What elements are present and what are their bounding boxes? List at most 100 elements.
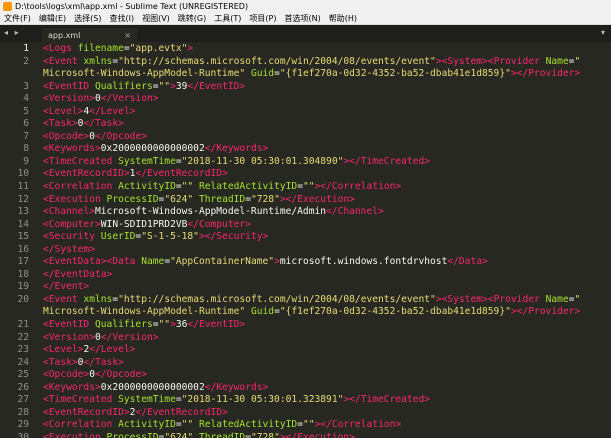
code-line[interactable]: 15 <Security UserID="S-1-5-18"></Security… [0, 231, 611, 244]
code-editor[interactable]: 1 <Logs filename="app.evtx"> 2 <Event xmlns… [0, 43, 611, 438]
code-token: xmlns [83, 293, 113, 305]
code-token: <Data [106, 256, 142, 268]
code-line[interactable]: 12 <Execution ProcessID="624" ThreadID="7… [0, 194, 611, 207]
code-text: <Level>2</Level> [40, 344, 135, 357]
code-token: </Channel> [326, 206, 384, 218]
line-number: 11 [17, 181, 29, 193]
code-token: <TimeCreated [43, 155, 119, 167]
line-number: 20 [17, 293, 29, 305]
code-line[interactable]: 1 <Logs filename="app.evtx"> [0, 43, 611, 56]
code-token: </System> [43, 243, 95, 255]
code-line[interactable]: 13 <Channel>Microsoft-Windows-AppModel-Ru… [0, 206, 611, 219]
code-token: <EventID [43, 80, 95, 92]
code-token: <Version> [43, 331, 95, 343]
code-line[interactable]: Microsoft-Windows-AppModel-Runtime" Guid… [0, 306, 611, 319]
code-token: <Task> [43, 118, 78, 130]
code-token: ActivityID [118, 181, 176, 193]
code-token: </EventRecordID> [135, 406, 228, 418]
code-token: microsoft.windows.fontdrvhost [279, 256, 448, 268]
code-line[interactable]: 9 <TimeCreated SystemTime="2018-11-30 05:… [0, 156, 611, 169]
code-text: <Logs filename="app.evtx"> [40, 43, 193, 56]
code-text: <Keywords>0x2000000000000002</Keywords> [40, 382, 268, 395]
code-line[interactable]: 28 <EventRecordID>2</EventRecordID> [0, 407, 611, 420]
menu-find[interactable]: 查找(I) [105, 13, 138, 24]
menu-goto[interactable]: 跳转(G) [174, 13, 210, 24]
code-token: xmlns [83, 55, 113, 67]
code-line[interactable]: 24 <Task>0</Task> [0, 357, 611, 370]
menu-tools[interactable]: 工具(T) [210, 13, 245, 24]
code-token: filename [77, 43, 124, 54]
close-icon[interactable]: × [124, 31, 131, 40]
code-token: </Event> [43, 281, 90, 293]
tab-menu-icon[interactable]: ▾ [601, 28, 605, 37]
code-line[interactable]: 2 <Event xmlns="http://schemas.microsoft.… [0, 56, 611, 69]
code-line[interactable]: 16 </System> [0, 244, 611, 257]
line-number: 10 [17, 168, 29, 180]
code-line[interactable]: 7 <Opcode>0</Opcode> [0, 131, 611, 144]
code-token: <Logs [43, 43, 78, 54]
code-token: WIN-SDID1PRD2VB [100, 218, 188, 230]
code-line[interactable]: 25 <Opcode>0</Opcode> [0, 369, 611, 382]
code-text: <TimeCreated SystemTime="2018-11-30 05:3… [40, 394, 430, 407]
line-number: 27 [17, 394, 29, 406]
menu-selection[interactable]: 选择(S) [70, 13, 105, 24]
code-token: "http://schemas.microsoft.com/win/2004/0… [118, 293, 436, 305]
tab-next-icon[interactable]: ▸ [15, 28, 21, 37]
menu-project[interactable]: 项目(P) [245, 13, 280, 24]
menu-edit[interactable]: 编辑(E) [35, 13, 70, 24]
code-token: </Data> [447, 256, 488, 268]
code-token: </Level> [89, 344, 136, 356]
code-line[interactable]: 17 <EventData><Data Name="AppContainerNam… [0, 256, 611, 269]
line-number: 9 [23, 155, 29, 167]
code-line[interactable]: 8 <Keywords>0x2000000000000002</Keywords> [0, 143, 611, 156]
code-line[interactable]: 19 </Event> [0, 281, 611, 294]
code-text: <Version>0</Version> [40, 332, 159, 345]
code-token: ></Correlation> [314, 419, 402, 431]
code-token: </EventID> [187, 319, 246, 331]
code-token: <EventData> [43, 256, 107, 268]
code-line[interactable]: 30 <Execution ProcessID="624" ThreadID="7… [0, 432, 611, 438]
code-token: Qualifiers [94, 319, 153, 331]
menu-file[interactable]: 文件(F) [0, 13, 35, 24]
line-number: 16 [17, 243, 29, 255]
line-number: 3 [23, 80, 29, 92]
code-line[interactable]: 18 </EventData> [0, 269, 611, 282]
code-line[interactable]: 14 <Computer>WIN-SDID1PRD2VB</Computer> [0, 219, 611, 232]
code-token: <Correlation [43, 419, 119, 431]
tab-label: app.xml [48, 30, 81, 40]
menu-preferences[interactable]: 首选项(N) [280, 13, 324, 24]
menu-help[interactable]: 帮助(H) [325, 13, 361, 24]
line-number: 30 [17, 431, 29, 438]
code-line[interactable]: 29 <Correlation ActivityID="" RelatedActi… [0, 419, 611, 432]
code-line[interactable]: 10 <EventRecordID>1</EventRecordID> [0, 168, 611, 181]
code-line[interactable]: 21 <EventID Qualifiers="">36</EventID> [0, 319, 611, 332]
code-token: Name [141, 256, 165, 268]
code-line[interactable]: 3 <EventID Qualifiers="">39</EventID> [0, 81, 611, 94]
tab-navigation: ◂ ▸ [4, 28, 21, 37]
tab-prev-icon[interactable]: ◂ [4, 28, 10, 37]
code-text: Microsoft-Windows-AppModel-Runtime" Guid… [40, 306, 580, 319]
code-token: </Computer> [187, 218, 251, 230]
tab-app-xml[interactable]: app.xml × [42, 28, 137, 42]
code-line[interactable]: 27 <TimeCreated SystemTime="2018-11-30 05… [0, 394, 611, 407]
code-line[interactable]: 23 <Level>2</Level> [0, 344, 611, 357]
code-token: "" [302, 181, 315, 193]
line-number: 5 [23, 105, 29, 117]
code-line[interactable]: 22 <Version>0</Version> [0, 332, 611, 345]
menu-view[interactable]: 视图(V) [138, 13, 174, 24]
code-line[interactable]: 6 <Task>0</Task> [0, 118, 611, 131]
code-line[interactable]: 5 <Level>4</Level> [0, 106, 611, 119]
code-token: Microsoft-Windows-AppModel-Runtime/Admin [94, 206, 327, 218]
code-line[interactable]: 26 <Keywords>0x2000000000000002</Keywords… [0, 382, 611, 395]
code-line[interactable]: Microsoft-Windows-AppModel-Runtime" Guid… [0, 68, 611, 81]
tab-bar: ◂ ▸ app.xml × ▾ [0, 25, 611, 42]
code-token: <Task> [43, 356, 78, 368]
code-line[interactable]: 20 <Event xmlns="http://schemas.microsoft… [0, 294, 611, 307]
line-number: 4 [23, 93, 29, 105]
code-line[interactable]: 11 <Correlation ActivityID="" RelatedActi… [0, 181, 611, 194]
code-text: <Correlation ActivityID="" RelatedActivi… [40, 181, 401, 194]
code-token: <Opcode> [43, 130, 90, 142]
line-number: 18 [17, 268, 29, 280]
code-token: </EventID> [187, 80, 246, 92]
code-line[interactable]: 4 <Version>0</Version> [0, 93, 611, 106]
